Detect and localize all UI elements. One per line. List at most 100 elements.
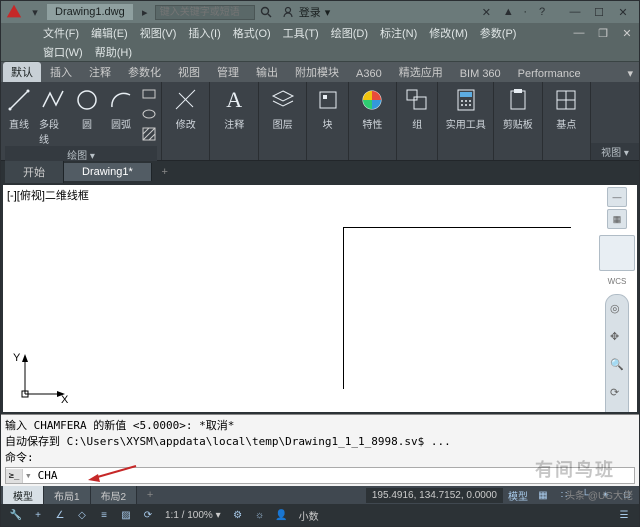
menu-insert[interactable]: 插入(I) [182, 25, 226, 41]
status-iso-icon[interactable]: ◇ [71, 506, 93, 524]
menu-window[interactable]: 窗口(W) [37, 44, 89, 60]
help-search-input[interactable] [155, 5, 255, 20]
command-input-text[interactable]: CHA [34, 468, 62, 483]
filetab-drawing1[interactable]: Drawing1* [64, 163, 152, 181]
menu-format[interactable]: 格式(O) [227, 25, 277, 41]
separator: · [523, 6, 527, 18]
status-zoom[interactable]: 1:1 / 100% ▾ [159, 510, 227, 521]
tool-block[interactable]: 块 [314, 84, 342, 131]
ribbon-tab-default[interactable]: 默认 [3, 62, 41, 82]
tool-arc[interactable]: 圆弧 [107, 84, 135, 131]
help-icon[interactable]: ? [533, 3, 551, 21]
ribbon-collapse-icon[interactable]: ▾ [621, 65, 639, 82]
nav-minimize-icon[interactable]: — [607, 187, 627, 207]
qat-run-icon[interactable]: ▸ [138, 5, 152, 19]
viewport-label[interactable]: [-][俯视]二维线框 [7, 187, 89, 203]
status-gear-icon[interactable]: ⚙ [227, 506, 249, 524]
layout-tab-model[interactable]: 模型 [3, 486, 44, 505]
nav-views-icon[interactable]: ▦ [607, 209, 627, 229]
user-icon[interactable] [279, 3, 297, 21]
nav-orbit-icon[interactable]: ⟳ [610, 386, 624, 400]
tool-clipboard[interactable]: 剪贴板 [503, 84, 533, 131]
layout-add-button[interactable]: + [141, 486, 159, 504]
doc-close-button[interactable]: ✕ [615, 24, 639, 42]
a360-icon[interactable]: ▲ [499, 3, 517, 21]
login-dropdown-icon[interactable]: ▾ [325, 6, 331, 19]
status-osnap-icon[interactable]: □ [617, 487, 637, 503]
tool-text[interactable]: A 注释 [220, 84, 248, 131]
ribbon-tab-a360[interactable]: A360 [348, 66, 390, 82]
maximize-button[interactable]: ☐ [587, 3, 611, 21]
exchange-icon[interactable]: ✕ [477, 3, 495, 21]
status-ortho-icon[interactable]: └ [575, 487, 595, 503]
menu-modify[interactable]: 修改(M) [423, 25, 474, 41]
nav-pan-icon[interactable]: ✥ [610, 330, 624, 344]
status-cycle-icon[interactable]: ⟳ [137, 506, 159, 524]
annotation-arrow-icon [88, 464, 138, 484]
tool-basepoint[interactable]: 基点 [552, 84, 580, 131]
viewcube[interactable] [599, 235, 635, 271]
ribbon-tab-output[interactable]: 输出 [248, 62, 286, 82]
status-snap-icon[interactable]: ∷ [554, 487, 574, 503]
ribbon-tab-performance[interactable]: Performance [510, 66, 589, 82]
ribbon-tab-manage[interactable]: 管理 [209, 62, 247, 82]
filetab-start[interactable]: 开始 [5, 161, 64, 183]
command-prompt-icon[interactable]: ≥_ [6, 469, 23, 483]
ribbon-tab-parametric[interactable]: 参数化 [120, 62, 169, 82]
menu-dim[interactable]: 标注(N) [374, 25, 423, 41]
menu-draw[interactable]: 绘图(D) [325, 25, 374, 41]
rectangle-icon[interactable] [141, 86, 157, 102]
status-trans-icon[interactable]: ▨ [115, 506, 137, 524]
panel-view-title[interactable]: 视图 ▾ [591, 143, 639, 160]
nav-zoom-icon[interactable]: 🔍 [610, 358, 624, 372]
minimize-button[interactable]: — [563, 3, 587, 21]
ellipse-icon[interactable] [141, 106, 157, 122]
menu-edit[interactable]: 编辑(E) [85, 25, 134, 41]
status-thick-icon[interactable]: ≡ [93, 506, 115, 524]
ribbon-tab-view[interactable]: 视图 [170, 62, 208, 82]
tool-polyline[interactable]: 多段线 [39, 84, 67, 146]
nav-wheel-icon[interactable]: ◎ [610, 302, 624, 316]
tool-properties[interactable]: 特性 [358, 84, 386, 131]
command-dropdown-icon[interactable]: ▾ [25, 469, 32, 482]
status-angle-icon[interactable]: ∠ [49, 506, 71, 524]
search-icon[interactable] [257, 3, 275, 21]
ribbon-tab-bim360[interactable]: BIM 360 [452, 66, 509, 82]
ribbon-tab-addins[interactable]: 附加模块 [287, 62, 347, 82]
menu-file[interactable]: 文件(F) [37, 25, 85, 41]
doc-minimize-button[interactable]: — [567, 24, 591, 42]
menu-param[interactable]: 参数(P) [474, 25, 523, 41]
status-units[interactable]: 小数 [293, 508, 325, 523]
status-wrench-icon[interactable]: 🔧 [5, 506, 27, 524]
doc-restore-button[interactable]: ❐ [591, 24, 615, 42]
drawing-canvas[interactable]: [-][俯视]二维线框 Y X — ▦ WCS ◎ [3, 185, 637, 412]
layout-tab-2[interactable]: 布局2 [91, 486, 138, 505]
ribbon-tab-insert[interactable]: 插入 [42, 62, 80, 82]
tool-modify[interactable]: 修改 [172, 84, 200, 131]
ribbon-tab-featured[interactable]: 精选应用 [391, 62, 451, 82]
status-customize-icon[interactable]: ☰ [613, 506, 635, 524]
ribbon-tab-annotate[interactable]: 注释 [81, 62, 119, 82]
status-grid-icon[interactable]: ▦ [533, 487, 553, 503]
hatch-icon[interactable] [141, 126, 157, 142]
status-modelspace-button[interactable]: 模型 [504, 487, 532, 503]
login-label[interactable]: 登录 [299, 4, 321, 20]
layout-tab-1[interactable]: 布局1 [44, 486, 91, 505]
close-button[interactable]: ✕ [611, 3, 635, 21]
filetab-add-button[interactable]: + [156, 163, 174, 181]
menu-tools[interactable]: 工具(T) [277, 25, 325, 41]
command-input-row[interactable]: ≥_ ▾ CHA [5, 467, 635, 484]
tool-line[interactable]: 直线 [5, 84, 33, 131]
tool-group[interactable]: 组 [403, 84, 431, 131]
qat-dropdown-icon[interactable]: ▾ [28, 5, 42, 19]
tool-layer[interactable]: 图层 [269, 84, 297, 131]
menu-help[interactable]: 帮助(H) [89, 44, 138, 60]
status-people-icon[interactable]: 👤 [271, 506, 293, 524]
tool-utilities[interactable]: 实用工具 [446, 84, 486, 131]
status-polar-icon[interactable]: ✴ [596, 487, 616, 503]
tool-circle[interactable]: 圆 [73, 84, 101, 131]
status-plus-icon[interactable]: + [27, 506, 49, 524]
wcs-label[interactable]: WCS [608, 277, 627, 286]
menu-view[interactable]: 视图(V) [134, 25, 183, 41]
status-lock-icon[interactable]: ☼ [249, 506, 271, 524]
